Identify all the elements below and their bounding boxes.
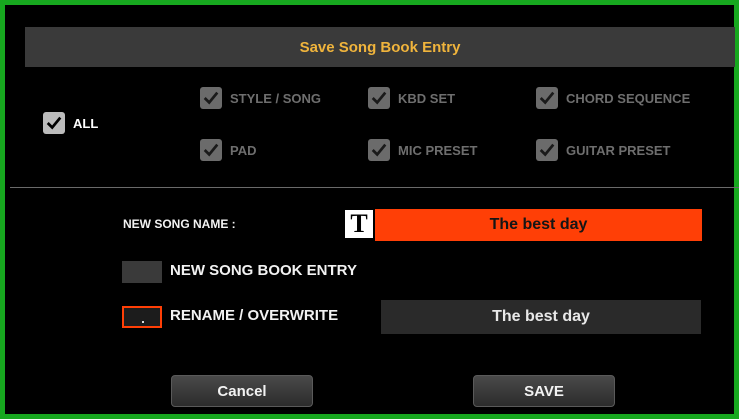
checkbox-kbd-set[interactable]: KBD SET (368, 87, 455, 109)
rename-option-box[interactable] (122, 306, 162, 328)
checkbox-pad[interactable]: PAD (200, 139, 256, 161)
checkbox-chord-sequence-label: CHORD SEQUENCE (566, 90, 691, 106)
checkbox-mic-preset[interactable]: MIC PRESET (368, 139, 477, 161)
checkmark-icon (536, 139, 558, 161)
new-entry-option-label[interactable]: NEW SONG BOOK ENTRY (170, 262, 357, 279)
rename-target-field[interactable]: The best day (381, 300, 701, 334)
checkbox-mic-preset-label: MIC PRESET (398, 142, 478, 158)
checkbox-chord-sequence[interactable]: CHORD SEQUENCE (536, 87, 690, 109)
checkbox-all-label: ALL (73, 115, 99, 131)
checkmark-icon (200, 139, 222, 161)
checkmark-icon (43, 112, 65, 134)
checkmark-icon (536, 87, 558, 109)
checkbox-kbd-set-label: KBD SET (398, 90, 456, 106)
new-song-name-field[interactable]: The best day (375, 209, 702, 241)
checkmark-icon (368, 139, 390, 161)
dialog-title: Save Song Book Entry (25, 27, 735, 67)
checkbox-style-song-label: STYLE / SONG (230, 90, 322, 106)
rename-option-label[interactable]: RENAME / OVERWRITE (170, 307, 338, 324)
save-button[interactable]: SAVE (473, 375, 615, 407)
new-song-name-label: NEW SONG NAME : (123, 217, 236, 231)
checkbox-guitar-preset-label: GUITAR PRESET (566, 142, 671, 158)
checkbox-pad-label: PAD (230, 142, 257, 158)
new-entry-option-box[interactable] (122, 261, 162, 283)
cancel-button[interactable]: Cancel (171, 375, 313, 407)
dialog-frame: Save Song Book Entry ALL STYLE / SONG KB… (0, 0, 739, 419)
checkmark-icon (200, 87, 222, 109)
checkmark-icon (368, 87, 390, 109)
checkbox-all[interactable]: ALL (43, 112, 98, 134)
text-edit-icon[interactable]: T (345, 209, 373, 238)
checkbox-style-song[interactable]: STYLE / SONG (200, 87, 321, 109)
section-divider (10, 187, 739, 188)
checkbox-guitar-preset[interactable]: GUITAR PRESET (536, 139, 671, 161)
